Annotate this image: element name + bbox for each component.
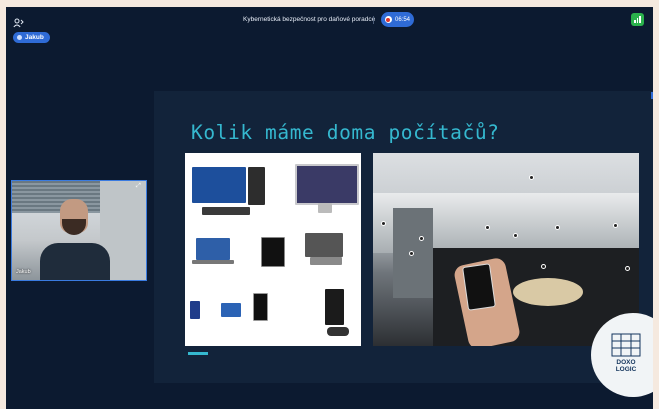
camera-image: [221, 303, 241, 317]
keyboard-image: [202, 207, 250, 215]
recording-timer-button[interactable]: 06:54: [381, 12, 414, 27]
desktop-tower-image: [248, 167, 265, 205]
participant-video-tile[interactable]: ⤢ Jakub: [11, 180, 147, 281]
user-icon: [17, 35, 22, 40]
tablet-image: [261, 237, 285, 267]
game-console-image: [325, 289, 344, 325]
meeting-title: Kybernetická bezpečnost pro daňové porad…: [243, 16, 376, 23]
meeting-window: Jakub Kybernetická bezpečnost pro daňové…: [6, 7, 653, 409]
user-chip-label: Jakub: [25, 34, 44, 41]
top-bar: Jakub Kybernetická bezpečnost pro daňové…: [6, 7, 653, 43]
divider: [373, 16, 374, 24]
phone-image: [253, 293, 268, 321]
record-icon: [384, 16, 392, 23]
timer-label: 06:54: [394, 16, 410, 23]
collapse-panel-button[interactable]: −: [651, 92, 653, 99]
participant-name: Jakub: [16, 269, 31, 275]
tablet-dock-image: [305, 233, 343, 257]
smart-home-image: [373, 153, 639, 346]
controller-image: [327, 327, 349, 336]
all-in-one-image: [295, 164, 359, 205]
laptop-base-image: [192, 260, 234, 264]
connection-quality-button[interactable]: [631, 13, 644, 26]
all-in-one-stand-image: [318, 203, 332, 213]
desktop-computer-image: [192, 167, 246, 203]
slide-title: Kolik máme doma počítačů?: [191, 121, 500, 144]
more-options-icon[interactable]: ⋮: [651, 14, 653, 26]
logo-text: DOXO LOGIC: [615, 359, 637, 373]
shared-presentation: Kolik máme doma počítačů? DOXO LOGIC: [154, 91, 653, 397]
devices-image: [185, 153, 361, 346]
slide-accent-line: [188, 352, 208, 355]
participants-icon[interactable]: [13, 15, 25, 28]
mp3-player-image: [190, 301, 200, 319]
tablet-dock-base-image: [310, 257, 342, 265]
user-chip[interactable]: Jakub: [13, 32, 50, 43]
expand-icon[interactable]: ⤢: [136, 183, 141, 190]
laptop-image: [196, 238, 230, 260]
